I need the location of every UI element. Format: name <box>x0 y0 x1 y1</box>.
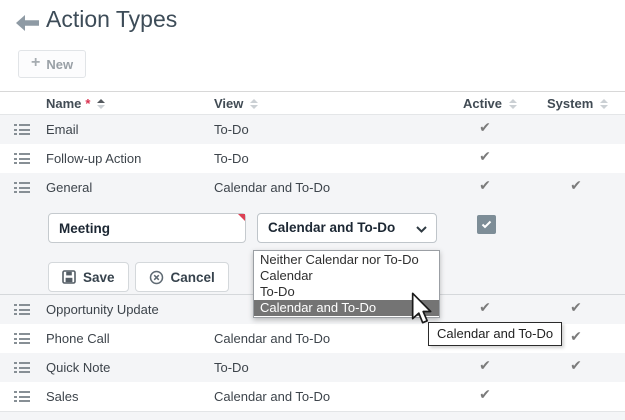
row-name: Email <box>46 122 79 137</box>
row-view: Calendar and To-Do <box>214 180 330 195</box>
table-header: Name* View Active System <box>0 91 625 115</box>
name-input[interactable] <box>48 213 246 243</box>
row-view: To-Do <box>214 122 249 137</box>
save-button[interactable]: Save <box>48 262 129 292</box>
row-name: General <box>46 180 92 195</box>
dropdown-option[interactable]: Calendar <box>254 268 439 284</box>
system-check-icon: ✔ <box>562 329 590 345</box>
table-row[interactable]: Email To-Do ✔ <box>0 115 625 144</box>
tooltip: Calendar and To-Do <box>428 322 562 346</box>
system-check-icon: ✔ <box>562 358 590 374</box>
cancel-button-label: Cancel <box>171 270 215 285</box>
view-select[interactable]: Calendar and To-Do <box>257 213 437 243</box>
row-view: To-Do <box>214 360 249 375</box>
dropdown-option[interactable]: Neither Calendar nor To-Do <box>254 252 439 268</box>
row-name: Phone Call <box>46 331 110 346</box>
row-name: Opportunity Update <box>46 302 159 317</box>
name-field-wrapper <box>48 213 246 243</box>
action-types-page: Action Types + New Name* View Active Sys… <box>0 0 625 420</box>
active-check-icon: ✔ <box>471 300 499 316</box>
drag-handle-icon[interactable] <box>14 182 32 196</box>
active-check-icon: ✔ <box>471 178 499 194</box>
drag-handle-icon[interactable] <box>14 333 32 347</box>
view-select-value: Calendar and To-Do <box>268 220 395 235</box>
plus-icon: + <box>31 55 40 71</box>
system-check-icon: ✔ <box>562 300 590 316</box>
new-button-label: New <box>46 57 73 72</box>
row-name: Follow-up Action <box>46 151 141 166</box>
drag-handle-icon[interactable] <box>14 153 32 167</box>
drag-handle-icon[interactable] <box>14 391 32 405</box>
column-header-name[interactable]: Name* <box>46 96 105 111</box>
table-row[interactable]: Quick Note To-Do ✔ ✔ <box>0 353 625 382</box>
drag-handle-icon[interactable] <box>14 304 32 318</box>
required-asterisk: * <box>85 96 90 111</box>
system-check-icon: ✔ <box>562 178 590 194</box>
active-check-icon: ✔ <box>471 358 499 374</box>
drag-handle-icon[interactable] <box>14 124 32 138</box>
column-header-view[interactable]: View <box>214 96 258 111</box>
bottom-stripe <box>0 411 625 420</box>
page-title: Action Types <box>46 6 177 33</box>
active-check-icon: ✔ <box>471 149 499 165</box>
view-select-dropdown: Neither Calendar nor To-DoCalendarTo-DoC… <box>253 250 440 318</box>
column-header-system[interactable]: System <box>547 96 608 111</box>
new-button[interactable]: + New <box>18 50 86 78</box>
active-check-icon: ✔ <box>471 387 499 403</box>
row-view: To-Do <box>214 151 249 166</box>
edit-buttons: Save Cancel <box>48 262 229 292</box>
save-floppy-icon <box>62 270 76 284</box>
sort-arrows-icon <box>509 99 517 109</box>
required-corner-marker <box>238 214 245 221</box>
column-header-active[interactable]: Active <box>463 96 517 111</box>
row-name: Sales <box>46 389 79 404</box>
cancel-button[interactable]: Cancel <box>135 262 229 292</box>
active-checkbox[interactable] <box>477 215 496 234</box>
row-name: Quick Note <box>46 360 110 375</box>
sort-arrows-icon <box>250 99 258 109</box>
cancel-circle-x-icon <box>149 270 164 285</box>
check-icon <box>481 220 492 229</box>
row-view: Calendar and To-Do <box>214 389 330 404</box>
table-row[interactable]: General Calendar and To-Do ✔ ✔ <box>0 173 625 202</box>
sort-arrows-icon <box>97 99 105 109</box>
sort-arrows-icon <box>600 99 608 109</box>
active-check-icon: ✔ <box>471 120 499 136</box>
dropdown-option-highlighted[interactable]: Calendar and To-Do <box>254 300 439 316</box>
dropdown-option[interactable]: To-Do <box>254 284 439 300</box>
table-row[interactable]: Sales Calendar and To-Do ✔ <box>0 382 625 411</box>
rows-above-edit: Email To-Do ✔ Follow-up Action To-Do ✔ G… <box>0 115 625 202</box>
row-view: Calendar and To-Do <box>214 331 330 346</box>
drag-handle-icon[interactable] <box>14 362 32 376</box>
table-row[interactable]: Follow-up Action To-Do ✔ <box>0 144 625 173</box>
chevron-down-icon <box>416 226 427 233</box>
save-button-label: Save <box>83 270 115 285</box>
back-arrow-icon[interactable] <box>16 14 40 32</box>
